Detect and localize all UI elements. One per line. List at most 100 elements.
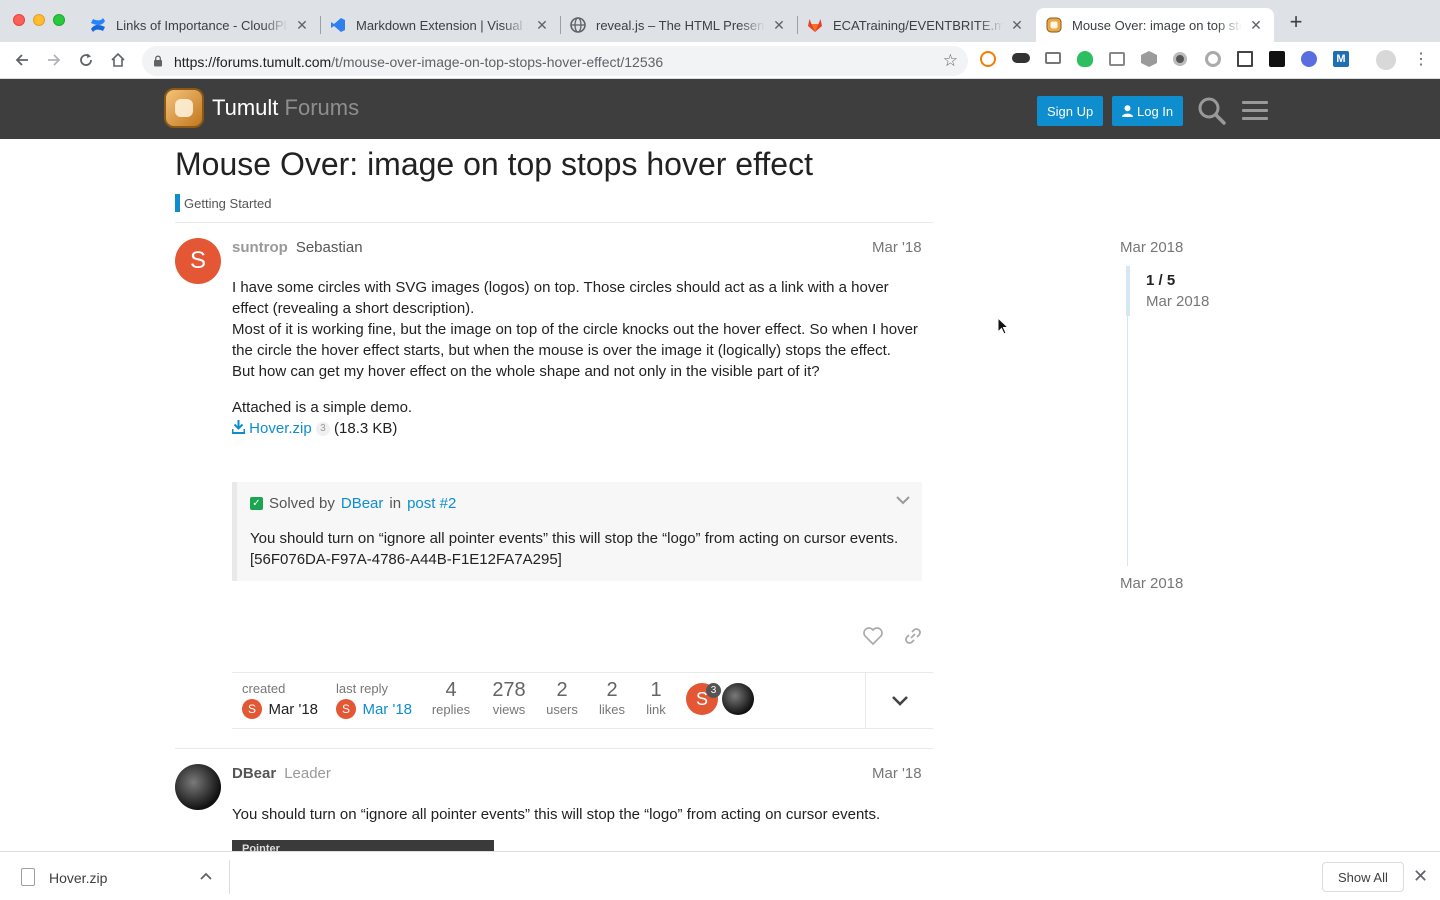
avatar[interactable]: S <box>336 699 356 719</box>
views-stat: 278 views <box>487 679 531 717</box>
post-text-line: Attached is a simple demo. <box>232 399 413 416</box>
post-body: I have some circles with SVG images (log… <box>231 277 922 439</box>
extension-m-icon[interactable]: M <box>1333 51 1349 67</box>
arrow-right-icon <box>48 54 61 66</box>
hamburger-menu-icon[interactable] <box>1240 96 1270 126</box>
minimize-window-button[interactable] <box>33 14 45 26</box>
close-window-button[interactable] <box>13 14 25 26</box>
home-button[interactable] <box>108 50 128 70</box>
chevron-up-icon[interactable] <box>200 868 212 883</box>
solution-post-link[interactable]: post #2 <box>407 495 456 512</box>
address-bar[interactable]: https://forums.tumult.com/t/mouse-over-i… <box>142 46 968 76</box>
extension-honey-icon[interactable] <box>980 51 996 67</box>
browser-menu-icon[interactable]: ⋮ <box>1413 52 1429 68</box>
extension-cube-icon[interactable] <box>1141 51 1157 67</box>
avatar[interactable] <box>722 683 754 715</box>
tab-confluence[interactable]: Links of Importance - CloudPla ✕ <box>80 8 320 42</box>
extension-evernote-icon[interactable] <box>1077 51 1093 67</box>
topic-title[interactable]: Mouse Over: image on top stops hover eff… <box>175 146 813 183</box>
close-tab-icon[interactable]: ✕ <box>1009 17 1025 33</box>
close-icon[interactable]: ✕ <box>1413 866 1428 887</box>
log-in-button[interactable]: Log In <box>1112 96 1184 126</box>
forward-button[interactable] <box>44 50 64 70</box>
avatar[interactable] <box>175 764 221 810</box>
sign-up-button[interactable]: Sign Up <box>1037 96 1104 126</box>
solver-username-link[interactable]: DBear <box>341 495 384 512</box>
tab-revealjs[interactable]: reveal.js – The HTML Presenta ✕ <box>560 8 797 42</box>
bookmark-star-icon[interactable]: ☆ <box>943 51 958 71</box>
timeline-handle[interactable] <box>1126 266 1130 316</box>
extension-black-icon[interactable] <box>1269 51 1285 67</box>
replies-label: replies <box>431 702 471 717</box>
close-tab-icon[interactable]: ✕ <box>1248 17 1264 33</box>
views-count: 278 <box>492 679 526 701</box>
category-badge[interactable]: Getting Started <box>175 194 271 212</box>
user-title: Leader <box>284 765 331 782</box>
created-info: created S Mar '18 <box>242 681 318 719</box>
category-color-bar <box>175 194 180 212</box>
likes-count: 2 <box>606 679 618 701</box>
post-date[interactable]: Mar '18 <box>872 765 922 782</box>
extension-screenshot-icon[interactable] <box>1237 51 1253 67</box>
extension-incognito-icon[interactable] <box>1012 53 1030 63</box>
site-logo[interactable]: Tumult Forums <box>212 95 359 121</box>
chevron-down-icon[interactable] <box>896 492 910 508</box>
reload-button[interactable] <box>76 50 96 70</box>
post-text-line: But how can get my hover effect on the w… <box>232 363 820 380</box>
close-tab-icon[interactable]: ✕ <box>534 17 550 33</box>
browser-toolbar: https://forums.tumult.com/t/mouse-over-i… <box>0 42 1440 79</box>
username[interactable]: suntrop <box>232 239 288 256</box>
tab-tumult-forum[interactable]: Mouse Over: image on top stop ✕ <box>1036 8 1274 42</box>
post-text-line: I have some circles with SVG images (log… <box>232 279 889 317</box>
tumult-icon <box>1046 17 1062 33</box>
download-shelf: Hover.zip Show All ✕ <box>0 851 1440 900</box>
confluence-icon <box>90 17 106 33</box>
extension-css-icon[interactable] <box>1109 52 1125 66</box>
reload-icon <box>80 53 92 66</box>
category-name: Getting Started <box>184 195 272 211</box>
search-icon[interactable] <box>1197 96 1227 126</box>
links-stat: 1 link <box>641 679 671 717</box>
links-count: 1 <box>650 679 662 701</box>
show-all-downloads-button[interactable]: Show All <box>1322 862 1404 892</box>
timeline-end-date[interactable]: Mar 2018 <box>1120 575 1183 592</box>
tab-vscode[interactable]: Markdown Extension | Visual S ✕ <box>320 8 560 42</box>
avatar[interactable]: S <box>175 238 221 284</box>
post-date[interactable]: Mar '18 <box>872 239 922 256</box>
expand-topic-map-button[interactable] <box>865 673 933 728</box>
tab-title: Links of Importance - CloudPla <box>116 17 288 33</box>
extension-mail-icon[interactable] <box>1045 52 1061 64</box>
tab-title: Mouse Over: image on top stop <box>1072 17 1242 33</box>
new-tab-button[interactable]: + <box>1285 11 1307 34</box>
check-square-icon: ✓ <box>250 497 263 510</box>
user-icon <box>1122 105 1133 117</box>
heart-icon[interactable] <box>862 625 884 647</box>
solved-prefix: Solved by <box>269 495 335 512</box>
timeline-counter: 1 / 5 <box>1146 272 1176 289</box>
extension-circle-icon[interactable] <box>1173 52 1187 66</box>
avatar[interactable]: S <box>242 699 262 719</box>
gitlab-icon <box>807 17 823 33</box>
username[interactable]: DBear <box>232 765 276 782</box>
last-reply-date-link[interactable]: Mar '18 <box>362 701 412 718</box>
back-button[interactable] <box>12 50 32 70</box>
replies-stat: 4 replies <box>429 679 473 717</box>
tab-gitlab[interactable]: ECATraining/EVENTBRITE.md · ✕ <box>797 8 1035 42</box>
attachment-link[interactable]: Hover.zip <box>231 420 316 437</box>
link-icon[interactable] <box>902 625 924 647</box>
likes-stat: 2 likes <box>593 679 631 717</box>
extension-blue-icon[interactable] <box>1301 51 1317 67</box>
tab-title: reveal.js – The HTML Presenta <box>596 17 765 33</box>
vscode-icon <box>330 17 346 33</box>
full-name: Sebastian <box>295 239 363 256</box>
download-file-name[interactable]: Hover.zip <box>49 870 107 886</box>
extension-ring-icon[interactable] <box>1205 51 1221 67</box>
profile-avatar-icon[interactable] <box>1376 50 1396 70</box>
maximize-window-button[interactable] <box>53 14 65 26</box>
tumult-logo-icon[interactable] <box>164 88 204 128</box>
close-tab-icon[interactable]: ✕ <box>294 17 310 33</box>
timeline-start-date[interactable]: Mar 2018 <box>1120 239 1183 256</box>
divider <box>175 222 933 223</box>
close-tab-icon[interactable]: ✕ <box>771 17 787 33</box>
lock-icon <box>154 55 162 67</box>
